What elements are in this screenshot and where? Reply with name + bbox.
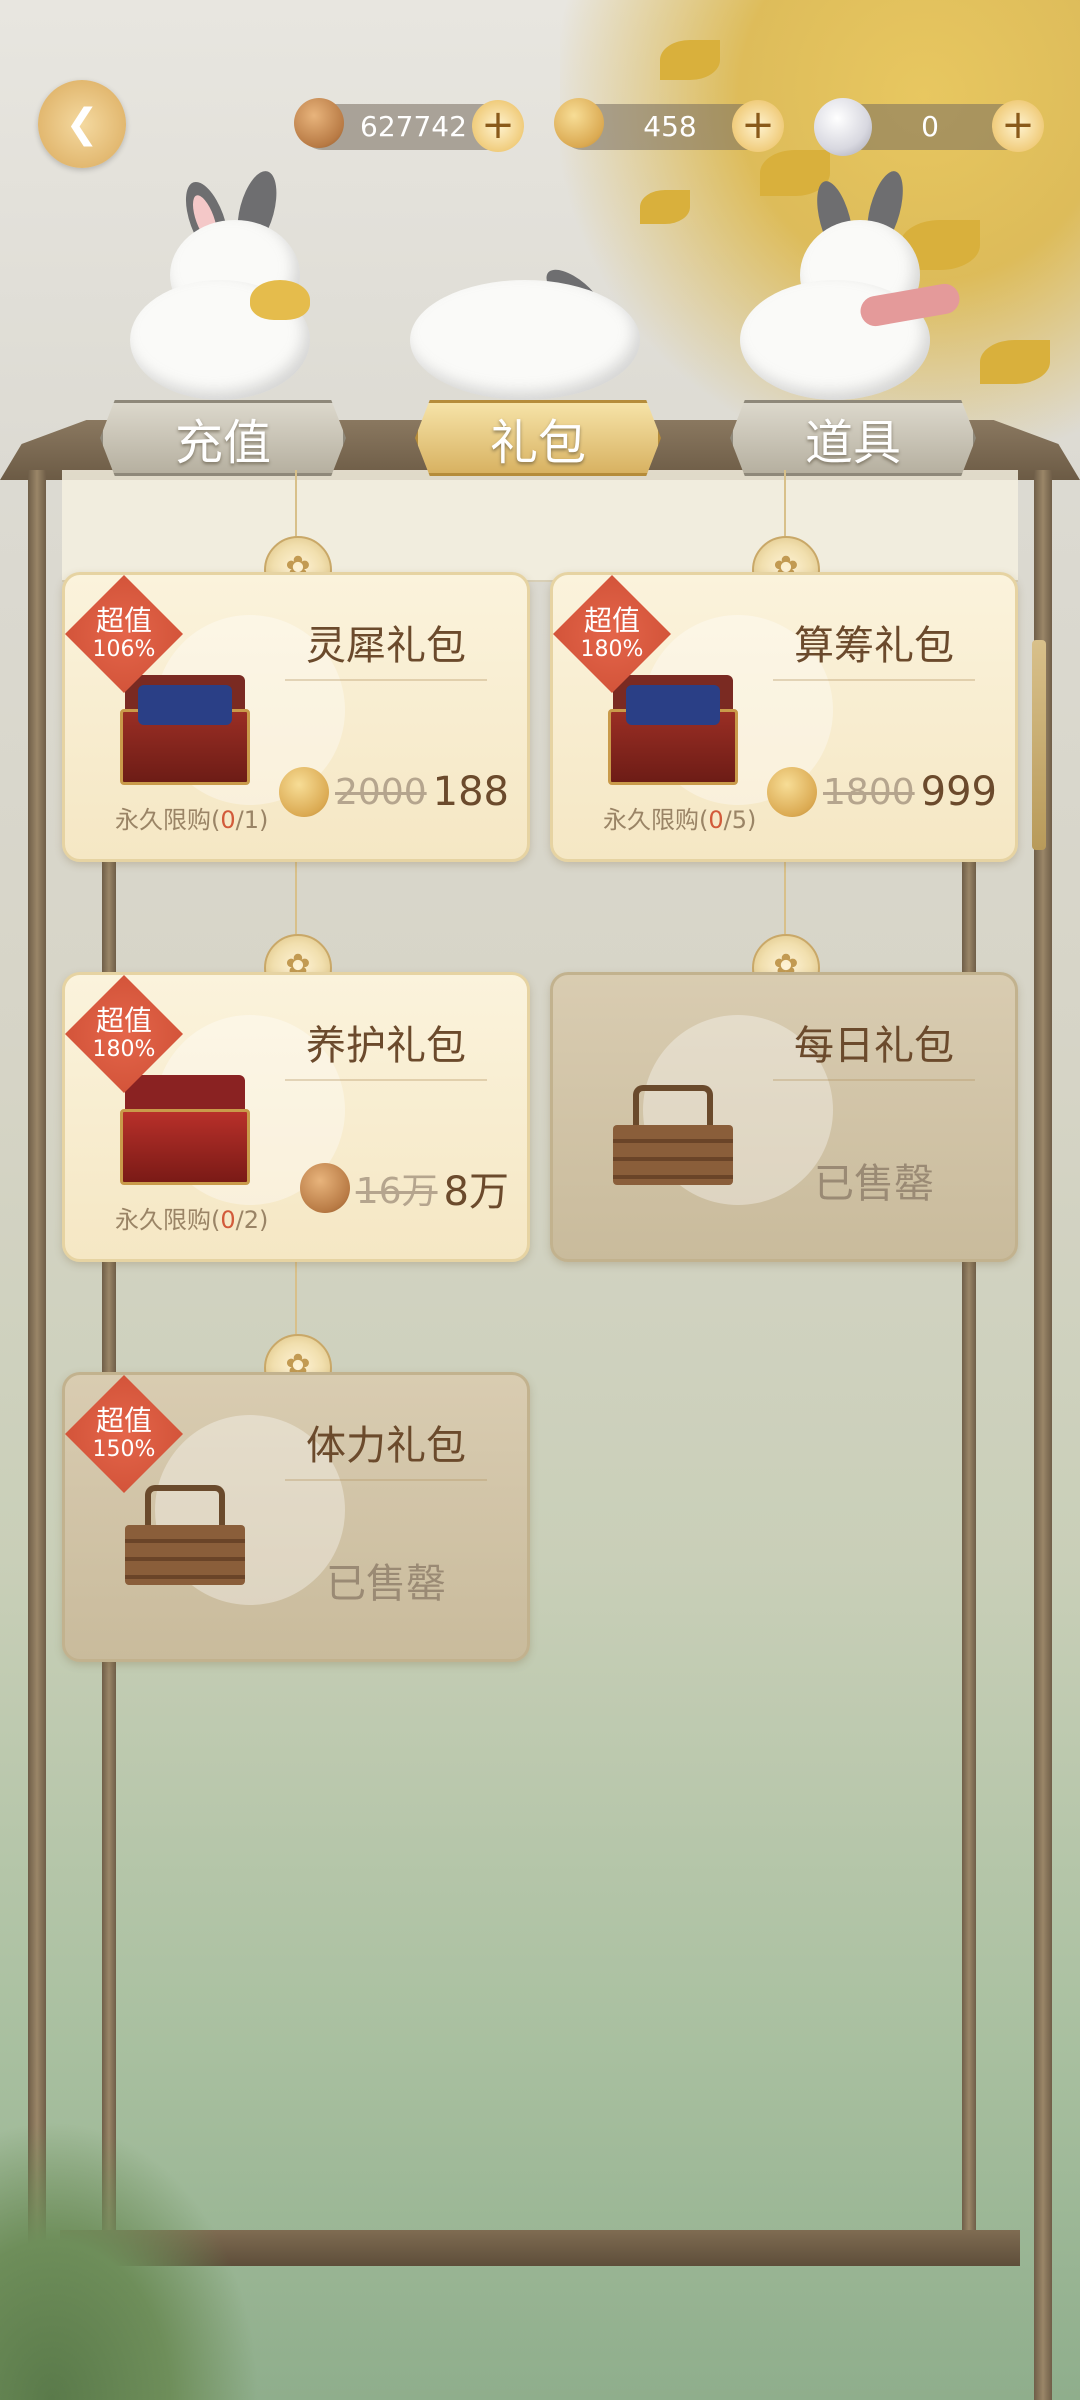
purchase-limit: 永久限购(0/5): [603, 806, 757, 834]
original-price: 16万: [355, 1171, 438, 1212]
pack-card-lingxi[interactable]: 超值 106% 灵犀礼包 2000 188 永久限购(0/1): [62, 572, 530, 862]
gold-coin-icon: [554, 98, 604, 148]
pearl-icon: [814, 98, 872, 156]
add-pearl-button[interactable]: +: [992, 100, 1044, 152]
add-gold-button[interactable]: +: [732, 100, 784, 152]
shelf-pole-left: [28, 470, 46, 2400]
pack-card-suanchou[interactable]: 超值 180% 算筹礼包 1800 999 永久限购(0/5): [550, 572, 1018, 862]
currency-pearl: 0 +: [814, 98, 1044, 156]
pack-title: 养护礼包: [265, 1013, 507, 1081]
back-button[interactable]: ❮: [38, 80, 126, 168]
original-price: 1800: [823, 771, 915, 813]
basket-icon: [125, 1485, 245, 1585]
sale-price: 999: [920, 769, 997, 815]
pack-title: 算筹礼包: [753, 613, 995, 681]
sale-price: 8万: [443, 1169, 509, 1215]
treasure-chest-icon: [608, 675, 738, 785]
original-price: 2000: [335, 771, 427, 813]
hanging-string: [784, 860, 786, 940]
copper-amount: 627742: [360, 110, 467, 143]
leaf-decoration: [980, 340, 1050, 384]
pearl-amount: 0: [921, 110, 939, 143]
copper-coin-icon: [294, 98, 344, 148]
hanging-string: [295, 860, 297, 940]
pack-card-yanghu[interactable]: 超值 180% 养护礼包 16万 8万 永久限购(0/2): [62, 972, 530, 1262]
tab-items[interactable]: 道具: [730, 400, 976, 476]
treasure-chest-icon: [120, 1075, 250, 1185]
sale-price: 188: [432, 769, 509, 815]
tab-packs[interactable]: 礼包: [415, 400, 661, 476]
leaf-decoration: [660, 40, 720, 80]
shelf-canopy: [62, 470, 1018, 582]
pack-title: 体力礼包: [265, 1413, 507, 1481]
bunny-items-mascot: [740, 167, 962, 400]
pack-card-daily: 每日礼包 已售罄: [550, 972, 1018, 1262]
currency-gold: 458 +: [554, 98, 784, 152]
bunny-pack-mascot: [410, 250, 640, 400]
pack-title: 灵犀礼包: [265, 613, 507, 681]
copper-coin-icon: [299, 1163, 350, 1213]
purchase-limit: 永久限购(0/1): [115, 806, 269, 834]
basket-icon: [613, 1085, 733, 1185]
tassel-decoration: [1032, 640, 1046, 850]
tab-recharge[interactable]: 充值: [100, 400, 346, 476]
sold-out-label: 已售罄: [814, 1161, 934, 1207]
purchase-limit: 永久限购(0/2): [115, 1206, 269, 1234]
treasure-chest-icon: [120, 675, 250, 785]
sold-out-label: 已售罄: [326, 1561, 446, 1607]
back-arrow-icon: ❮: [65, 101, 99, 147]
gold-amount: 458: [643, 110, 697, 143]
grass-decoration: [0, 2120, 260, 2400]
price-row[interactable]: 1800 999: [767, 767, 997, 817]
currency-copper: 627742 +: [294, 98, 524, 152]
price-row[interactable]: 16万 8万: [299, 1159, 509, 1217]
pack-title: 每日礼包: [753, 1013, 995, 1081]
gold-coin-icon: [767, 767, 818, 817]
pack-card-stamina: 超值 150% 体力礼包 已售罄: [62, 1372, 530, 1662]
hanging-string: [295, 1260, 297, 1340]
gold-coin-icon: [279, 767, 330, 817]
bunny-recharge-mascot: [130, 166, 330, 400]
price-row[interactable]: 2000 188: [279, 767, 509, 817]
leaf-decoration: [640, 190, 690, 224]
add-copper-button[interactable]: +: [472, 100, 524, 152]
